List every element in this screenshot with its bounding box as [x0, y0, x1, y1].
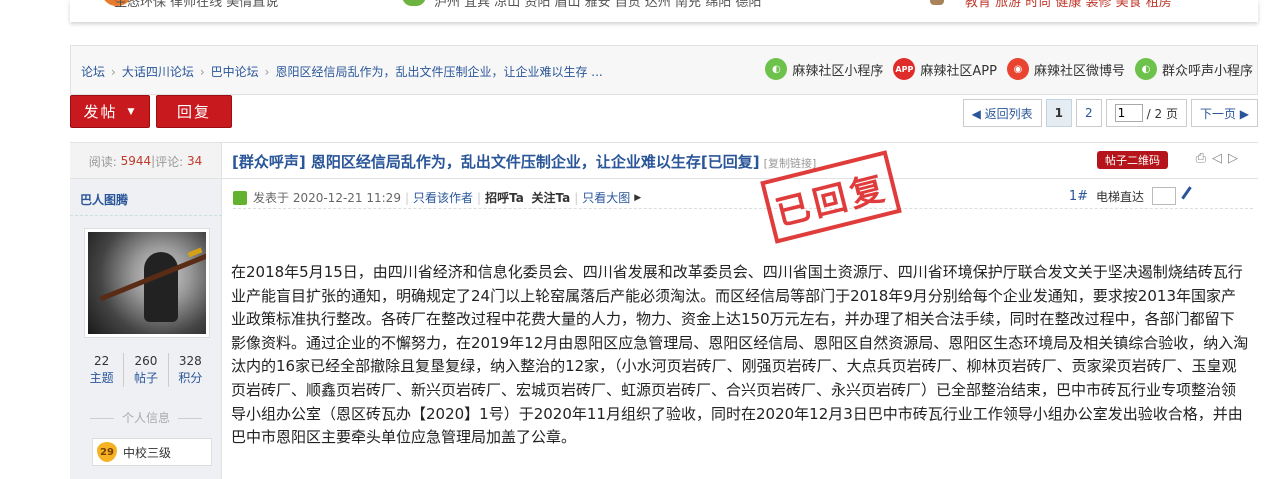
- online-status-icon: [233, 190, 247, 205]
- replies-count: 34: [187, 154, 203, 168]
- weibo-icon: ◉: [1006, 58, 1029, 80]
- author-points[interactable]: 328 积分: [167, 353, 212, 387]
- views-count: 5944: [120, 154, 152, 168]
- avatar[interactable]: [84, 228, 210, 338]
- qrcode-button[interactable]: 帖子二维码: [1097, 151, 1168, 169]
- breadcrumb-bar: 论坛 › 大话四川论坛 › 巴中论坛 › 恩阳区经信局乱作为，乱出文件压制企业，让企业难以生…: [70, 45, 1258, 95]
- only-author-link[interactable]: 只看该作者: [413, 189, 473, 206]
- app-link-label: 群众呼声小程序: [1161, 63, 1253, 79]
- rank-badge: 29 中校三级: [92, 438, 212, 466]
- thread-title: [群众呼声] 恩阳区经信局乱作为，乱出文件压制企业，让企业难以生存[已回复] [复…: [232, 151, 816, 172]
- rank-label: 中校三级: [123, 445, 172, 460]
- views-label: 阅读:: [88, 154, 117, 169]
- breadcrumb-bazhong[interactable]: 巴中论坛: [211, 65, 259, 79]
- page-total: / 2 页: [1146, 106, 1178, 121]
- avatar-photo: [88, 232, 206, 334]
- posts-label: 帖子: [133, 371, 158, 385]
- top-nav-links-left[interactable]: 生态环保 律师在线 美情直说: [114, 0, 278, 10]
- level-icon: 29: [97, 442, 117, 462]
- page-jump-input[interactable]: [1114, 104, 1143, 122]
- mini-program-link[interactable]: ◐ 麻辣社区小程序: [765, 58, 883, 80]
- follow-link[interactable]: 关注Ta: [531, 189, 570, 206]
- author-topics[interactable]: 22 主题: [80, 353, 123, 387]
- post-body: 在2018年5月15日，由四川省经济和信息化委员会、四川省发展和改革委员会、四川…: [231, 263, 1249, 447]
- top-nav-links-cities[interactable]: 泸州 宜宾 凉山 资阳 眉山 雅安 自贡 达州 南充 绵阳 德阳: [434, 0, 761, 10]
- back-to-list-button[interactable]: ◀ 返回列表: [962, 99, 1042, 127]
- chevron-down-icon: ▼: [127, 106, 137, 117]
- page-1-button[interactable]: 1: [1045, 99, 1072, 127]
- author-posts[interactable]: 260 帖子: [123, 353, 167, 387]
- author-stats: 22 主题 260 帖子 328 积分: [80, 353, 212, 387]
- copy-link-button[interactable]: [复制链接]: [764, 157, 817, 170]
- greet-link[interactable]: 招呼Ta: [485, 189, 524, 206]
- floor-nav: 1# 电梯直达: [1069, 186, 1201, 206]
- floor-jump-input[interactable]: [1152, 187, 1176, 205]
- app-link-label: 麻辣社区小程序: [792, 63, 884, 79]
- thread-stats: 阅读: 5944 | 评论: 34: [70, 143, 222, 179]
- author-panel: 巴人图腾 22 主题 260 帖子 328 积分 个人信息 29 中校三级: [70, 179, 222, 479]
- next-page-button[interactable]: 下一页 ▶: [1190, 99, 1258, 127]
- top-nav: 生态环保 律师在线 美情直说 泸州 宜宾 凉山 资阳 眉山 雅安 自贡 达州 南…: [70, 0, 1258, 22]
- weibo-link[interactable]: ◉ 麻辣社区微博号: [1006, 58, 1125, 80]
- top-nav-links-life[interactable]: 教育 旅游 时尚 健康 装修 美食 租房: [965, 0, 1172, 10]
- page-jump: / 2 页: [1105, 99, 1187, 127]
- page-2-button[interactable]: 2: [1076, 99, 1102, 127]
- elevator-label: 电梯直达: [1095, 189, 1144, 204]
- breadcrumb: 论坛 › 大话四川论坛 › 巴中论坛 › 恩阳区经信局乱作为，乱出文件压制企业，让企业难以生…: [81, 65, 603, 79]
- breadcrumb-thread[interactable]: 恩阳区经信局乱作为，乱出文件压制企业，让企业难以生存 ...: [275, 65, 602, 79]
- points-label: 积分: [178, 371, 203, 385]
- author-name[interactable]: 巴人图腾: [80, 191, 128, 208]
- breadcrumb-sichuan[interactable]: 大话四川论坛: [122, 65, 194, 79]
- thread-title-bar: 阅读: 5944 | 评论: 34 [群众呼声] 恩阳区经信局乱作为，乱出文件压制企…: [70, 142, 1258, 179]
- next-thread-icon[interactable]: ▷: [1228, 151, 1238, 166]
- go-icon[interactable]: [1181, 186, 1201, 206]
- reply-button[interactable]: 回复: [156, 95, 232, 128]
- lifestyle-icon: [930, 0, 944, 5]
- pager: ◀ 返回列表 1 2 / 2 页 下一页 ▶: [962, 99, 1258, 127]
- voice-mini-program-link[interactable]: ◐ 群众呼声小程序: [1134, 58, 1253, 80]
- divider: [70, 215, 222, 216]
- app-download-link[interactable]: APP 麻辣社区APP: [893, 58, 997, 80]
- breadcrumb-forum[interactable]: 论坛: [81, 65, 105, 79]
- action-row: 发帖 ▼ 回复 ◀ 返回列表 1 2 / 2 页 下一页 ▶: [70, 95, 1258, 133]
- triangle-right-icon: ▶: [634, 192, 642, 203]
- wechat-icon: ◐: [1134, 58, 1157, 80]
- personal-info-heading: 个人信息: [80, 409, 212, 426]
- post: 巴人图腾 22 主题 260 帖子 328 积分 个人信息 29 中校三级 发表…: [70, 150, 1258, 479]
- thread-tools: ⎙ ◁ ▷: [1196, 151, 1238, 166]
- floor-number[interactable]: 1#: [1069, 189, 1088, 204]
- points-count: 328: [178, 354, 202, 368]
- topics-label: 主题: [89, 371, 114, 385]
- big-image-link[interactable]: 只看大图: [582, 189, 630, 206]
- prev-thread-icon[interactable]: ◁: [1212, 151, 1222, 166]
- print-icon[interactable]: ⎙: [1196, 151, 1206, 166]
- post-date: 发表于 2020-12-21 11:29: [253, 191, 401, 205]
- post-button-label: 发帖: [83, 103, 118, 121]
- app-link-label: 麻辣社区APP: [920, 63, 997, 79]
- post-button[interactable]: 发帖 ▼: [70, 95, 150, 128]
- wechat-icon: ◐: [765, 58, 788, 80]
- app-links: ◐ 麻辣社区小程序 APP 麻辣社区APP ◉ 麻辣社区微博号 ◐ 群众呼声小程…: [765, 58, 1253, 80]
- thread-title-text: [群众呼声] 恩阳区经信局乱作为，乱出文件压制企业，让企业难以生存[已回复]: [232, 153, 760, 171]
- app-icon: APP: [893, 58, 916, 80]
- region-icon: [402, 0, 426, 6]
- topics-count: 22: [94, 354, 110, 368]
- app-link-label: 麻辣社区微博号: [1033, 63, 1125, 79]
- posts-count: 260: [134, 354, 158, 368]
- post-content: 发表于 2020-12-21 11:29 | 只看该作者 | 招呼Ta 关注Ta…: [223, 150, 1258, 479]
- replies-label: 评论:: [155, 154, 184, 169]
